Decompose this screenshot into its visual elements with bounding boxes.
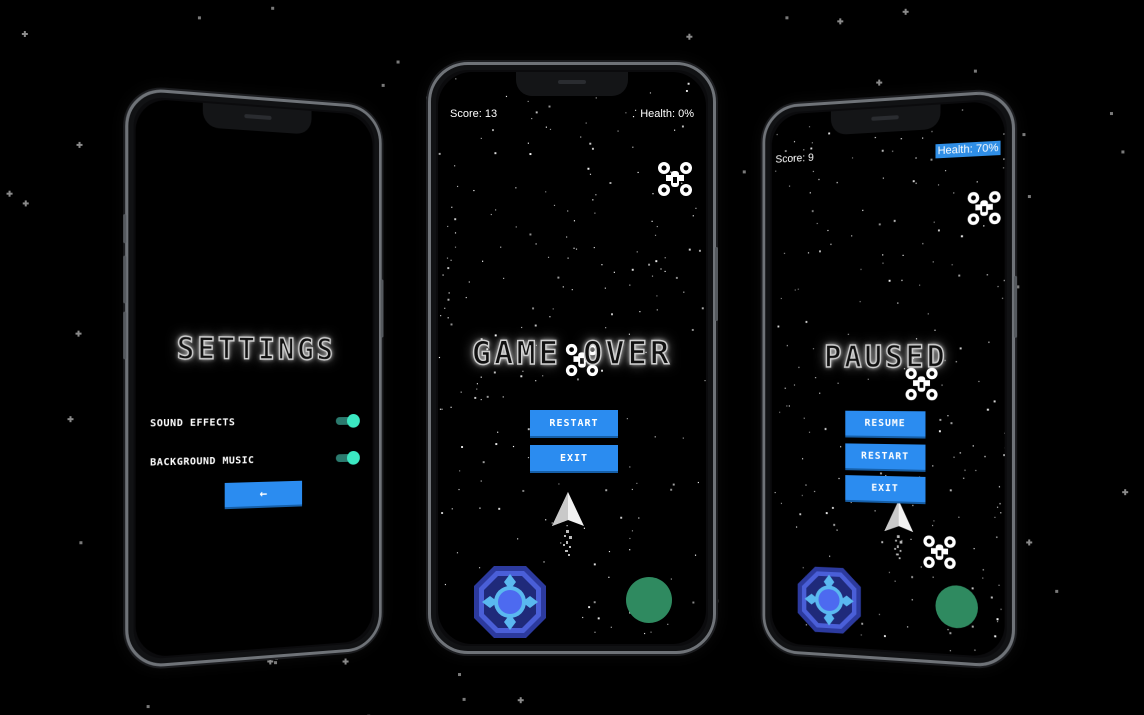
settings-screen: SETTINGS SOUND EFFECTS BACKGROUND MUSIC … <box>135 97 373 659</box>
enemy-drone-icon <box>656 160 694 198</box>
phone-game-over: Score: 13 Health: 0% GAME OVER RESTART E… <box>428 62 718 654</box>
restart-button[interactable]: RESTART <box>530 410 618 436</box>
sound-effects-label: SOUND EFFECTS <box>150 416 236 429</box>
sound-effects-row: SOUND EFFECTS <box>150 411 360 434</box>
fire-button[interactable] <box>626 577 672 623</box>
enemy-drone-icon <box>922 533 958 571</box>
health-display: Health: 0% <box>640 108 694 120</box>
phone-notch <box>202 102 312 135</box>
joystick-icon[interactable] <box>796 564 863 637</box>
restart-button[interactable]: RESTART <box>845 443 926 470</box>
joystick-icon[interactable] <box>472 564 548 640</box>
player-ship-icon <box>550 492 586 562</box>
enemy-drone-icon <box>966 189 1003 227</box>
paused-title: PAUSED <box>823 339 948 376</box>
sound-effects-toggle[interactable] <box>335 413 360 428</box>
exit-button[interactable]: EXIT <box>530 445 618 471</box>
phone-notch <box>516 72 628 96</box>
background-music-label: BACKGROUND MUSIC <box>150 454 255 469</box>
background-music-toggle[interactable] <box>335 450 360 465</box>
phone-settings: SETTINGS SOUND EFFECTS BACKGROUND MUSIC … <box>123 86 384 670</box>
paused-screen: Score: 9 Health: 70% PAUSED RESUME RESTA… <box>771 100 1005 658</box>
back-button[interactable]: ← <box>224 480 303 508</box>
score-display: Score: 9 <box>775 151 814 166</box>
exit-button[interactable]: EXIT <box>845 475 926 503</box>
settings-title: SETTINGS <box>176 330 336 367</box>
game-over-title: GAME OVER <box>471 333 673 372</box>
phone-paused: Score: 9 Health: 70% PAUSED RESUME RESTA… <box>762 89 1018 669</box>
player-ship-icon <box>882 500 915 565</box>
score-display: Score: 13 <box>450 108 498 120</box>
resume-button[interactable]: RESUME <box>845 410 926 437</box>
arrow-left-icon: ← <box>259 486 269 502</box>
game-over-screen: Score: 13 Health: 0% GAME OVER RESTART E… <box>438 72 706 644</box>
background-music-row: BACKGROUND MUSIC <box>150 448 360 473</box>
